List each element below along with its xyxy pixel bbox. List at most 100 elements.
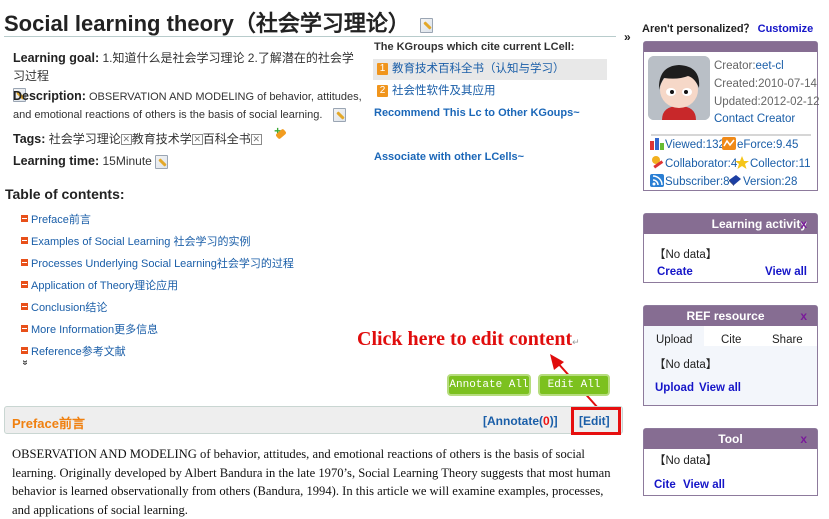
kgroup-number-badge: 1 [377, 63, 388, 75]
collector-value: Collector:11 [750, 158, 811, 170]
star-icon [735, 156, 749, 169]
created-date: Created:2010-07-14 [714, 78, 817, 90]
expand-bullet-icon [21, 215, 28, 222]
tool-title: Tool [718, 432, 743, 446]
annotate-label: [Annotate( [483, 414, 543, 428]
annotate-count: 0 [543, 414, 550, 428]
toc-link[interactable]: Preface前言 [31, 214, 91, 226]
viewed-value: Viewed:132 [665, 139, 725, 151]
toc-item-preface[interactable]: Preface前言 [21, 211, 91, 227]
tool-header: Tool x [644, 429, 817, 449]
toc-item-more-info[interactable]: More Information更多信息 [21, 321, 158, 337]
ref-resource-title: REF resource [686, 309, 765, 323]
annotate-link[interactable]: [Annotate(0)] [483, 414, 558, 428]
toc-link[interactable]: Application of Theory理论应用 [31, 280, 178, 292]
expand-bullet-icon [21, 325, 28, 332]
toc-link[interactable]: Conclusion结论 [31, 302, 107, 314]
annotation-callout: Click here to edit content↵ [357, 328, 580, 351]
collaborator-stat: Collaborator:4 [650, 156, 737, 170]
edit-time-icon[interactable] [155, 154, 169, 169]
section-title: Preface前言 [12, 416, 85, 431]
contact-creator-link[interactable]: Contact Creator [714, 113, 795, 125]
trend-icon [722, 137, 736, 150]
description-label: Description: [13, 89, 86, 103]
creator-label: Creator: [714, 60, 756, 72]
tag-remove-icon[interactable]: ✕ [191, 134, 203, 145]
tab-share[interactable]: Share [772, 334, 803, 346]
subscriber-stat: Subscriber:8 [650, 174, 730, 188]
toc-link[interactable]: Examples of Social Learning 社会学习的实例 [31, 236, 250, 248]
learning-time-value: 15Minute [102, 154, 152, 168]
edit-title-icon[interactable] [419, 17, 433, 33]
expand-bullet-icon [21, 281, 28, 288]
cite-tool-link[interactable]: Cite [654, 479, 676, 491]
associate-link[interactable]: Associate with other LCells~ [374, 151, 524, 163]
creator-name-link[interactable]: eet-cl [756, 60, 784, 72]
return-mark: ↵ [572, 337, 580, 347]
toc-item-application[interactable]: Application of Theory理论应用 [21, 277, 178, 293]
eforce-stat: eForce:9.45 [722, 137, 798, 151]
toc-item-reference[interactable]: Reference参考文献 [21, 343, 126, 359]
expand-bullet-icon [21, 347, 28, 354]
expand-bullet-icon [21, 303, 28, 310]
updated-date: Updated:2012-02-12 [714, 96, 820, 108]
annotate-suffix: )] [549, 414, 558, 428]
learning-time-label: Learning time: [13, 154, 100, 168]
kgroup-link[interactable]: 社会性软件及其应用 [392, 85, 496, 97]
create-activity-link[interactable]: Create [657, 266, 693, 278]
section-body: OBSERVATION AND MODELING of behavior, at… [12, 447, 611, 517]
viewed-stat: Viewed:132 [650, 137, 725, 151]
tag-remove-icon[interactable]: ✕ [250, 134, 262, 145]
no-data-text: 【No data】 [654, 359, 718, 371]
tag-remove-icon[interactable]: ✕ [120, 134, 132, 145]
tag-item[interactable]: 百科全书 [203, 132, 251, 146]
collapse-sidebar-icon[interactable]: » [624, 30, 631, 44]
upload-link[interactable]: Upload [655, 382, 694, 394]
toc-expand-icon[interactable]: » [19, 360, 30, 366]
creator-line: Creator:eet-cl [714, 60, 784, 72]
edit-description-icon[interactable] [333, 108, 347, 123]
learning-time: Learning time: 15Minute [13, 152, 169, 170]
add-tag-icon[interactable]: + [273, 124, 287, 144]
tag-item[interactable]: 社会学习理论 [49, 132, 121, 146]
toc-link[interactable]: Reference参考文献 [31, 346, 126, 358]
toc-item-conclusion[interactable]: Conclusion结论 [21, 299, 107, 315]
creator-divider [651, 134, 811, 136]
toc-link[interactable]: Processes Underlying Social Learning社会学习… [31, 258, 294, 270]
toc-item-processes[interactable]: Processes Underlying Social Learning社会学习… [21, 255, 294, 271]
version-value: Version:28 [743, 176, 798, 188]
close-icon[interactable]: x [800, 214, 807, 234]
tags: Tags: 社会学习理论 ✕ 教育技术学 ✕ 百科全书 ✕ + [13, 124, 363, 148]
no-data-text: 【No data】 [654, 455, 718, 467]
no-data-text: 【No data】 [654, 249, 718, 261]
customize-link[interactable]: Customize [758, 23, 814, 35]
version-stat: Version:28 [728, 174, 797, 188]
tab-upload[interactable]: Upload [656, 334, 692, 346]
view-all-resources-link[interactable]: View all [699, 382, 741, 394]
expand-bullet-icon [21, 237, 28, 244]
tab-cite[interactable]: Cite [721, 334, 741, 346]
kgroup-item[interactable]: 1 教育技术百科全书（认知与学习） [373, 59, 607, 80]
edit-highlight-box [571, 407, 621, 435]
view-all-tools-link[interactable]: View all [683, 479, 725, 491]
tag-item[interactable]: 教育技术学 [132, 132, 192, 146]
annotation-text: Click here to edit content [357, 328, 573, 350]
collaborator-value: Collaborator:4 [665, 158, 738, 170]
avatar [648, 56, 710, 120]
creator-panel-header [644, 42, 817, 52]
close-icon[interactable]: x [800, 306, 807, 326]
learning-activity-title: Learning activity [711, 217, 807, 231]
kgroup-number-badge: 2 [377, 85, 388, 97]
subscriber-value: Subscriber:8 [665, 176, 730, 188]
edit-all-button[interactable]: Edit All [538, 374, 610, 396]
annotate-all-button[interactable]: Annotate All [447, 374, 531, 396]
kgroup-link[interactable]: 教育技术百科全书（认知与学习） [392, 63, 565, 75]
toc-link[interactable]: More Information更多信息 [31, 324, 158, 336]
collector-stat: Collector:11 [735, 156, 811, 170]
close-icon[interactable]: x [800, 429, 807, 449]
recommend-link[interactable]: Recommend This Lc to Other KGoups~ [374, 107, 580, 119]
kgroup-item[interactable]: 2 社会性软件及其应用 [373, 81, 607, 102]
ref-resource-header: REF resource x [644, 306, 817, 326]
toc-item-examples[interactable]: Examples of Social Learning 社会学习的实例 [21, 233, 250, 249]
view-all-activities-link[interactable]: View all [765, 266, 807, 278]
